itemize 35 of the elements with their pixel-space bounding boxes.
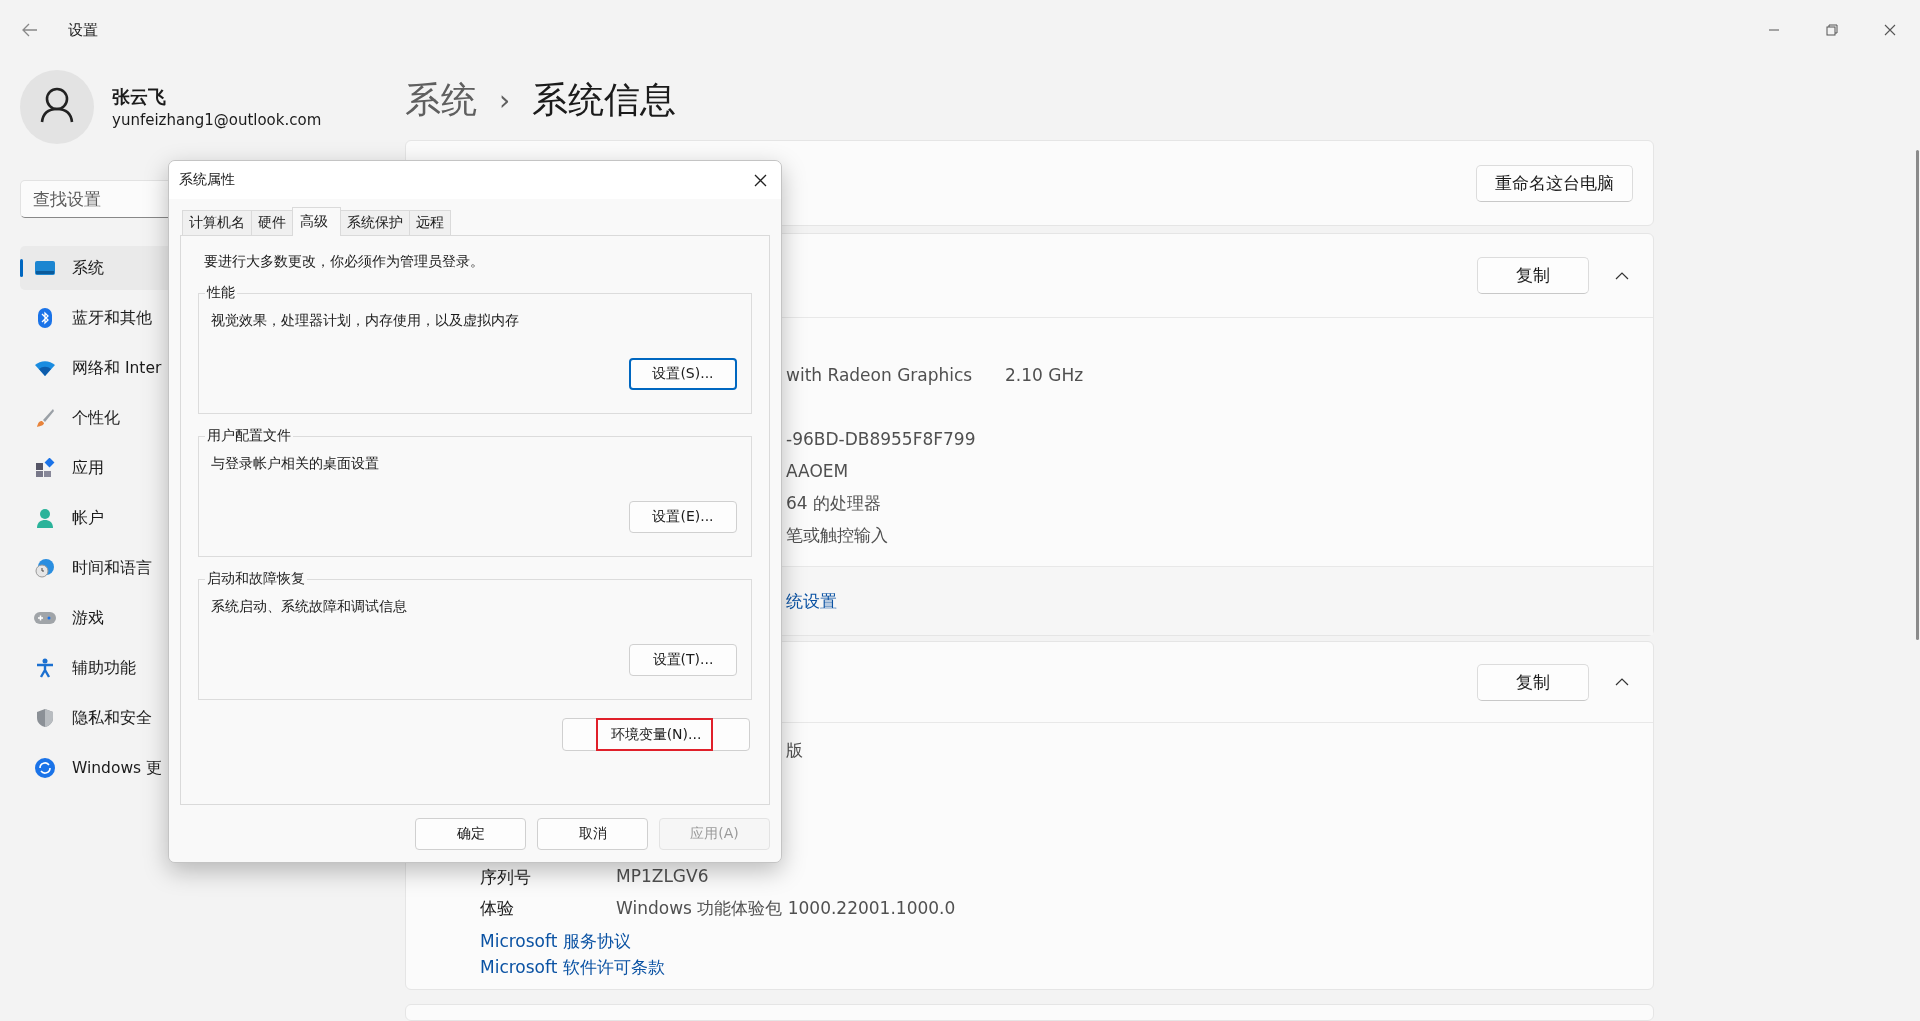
spec-value: MP1ZLGV6 [616, 866, 710, 888]
dialog-title: 系统属性 [179, 171, 235, 189]
account-email: yunfeizhang1@outlook.com [112, 111, 322, 129]
breadcrumb-separator: › [499, 83, 511, 117]
spec-value: -96BD-DB8955F8F799 [786, 429, 977, 449]
nav-label: 网络和 Inter [72, 357, 162, 379]
nav-label: 个性化 [72, 407, 120, 429]
spec-value: AAOEM [786, 461, 850, 481]
spec-value: Windows 功能体验包 1000.22001.1000.0 [616, 897, 957, 920]
nav-label: 帐户 [72, 507, 104, 529]
spec-label: 序列号 [480, 866, 532, 889]
nav-label: 系统 [72, 257, 104, 279]
page-title: 系统信息 [532, 77, 677, 122]
spec-value: 笔或触控输入 [786, 523, 889, 547]
nav-label: 游戏 [72, 607, 104, 629]
admin-notice: 要进行大多数更改，你必须作为管理员登录。 [203, 253, 485, 271]
group-description: 系统启动、系统故障和调试信息 [211, 598, 408, 616]
group-description: 与登录帐户相关的桌面设置 [211, 455, 380, 473]
group-description: 视觉效果，处理器计划，内存使用，以及虚拟内存 [211, 312, 520, 330]
nav-label: 隐私和安全 [72, 707, 152, 729]
spec-label: 体验 [480, 897, 515, 920]
nav-label: 时间和语言 [72, 557, 152, 579]
group-title: 用户配置文件 [205, 427, 293, 445]
spec-value: 2.10 GHz [1005, 365, 1084, 385]
spec-value: with Radeon Graphics [786, 365, 974, 385]
spec-value: 64 的处理器 [786, 491, 883, 515]
group-title: 性能 [205, 284, 237, 302]
account-name: 张云飞 [112, 85, 167, 109]
nav-label: 应用 [72, 457, 104, 479]
spec-value: 版 [786, 739, 804, 762]
nav-label: 辅助功能 [72, 657, 136, 679]
nav-label: 蓝牙和其他 [72, 307, 152, 329]
window-title: 设置 [68, 20, 98, 40]
group-title: 启动和故障恢复 [205, 570, 307, 588]
nav-label: Windows 更 [72, 757, 163, 779]
